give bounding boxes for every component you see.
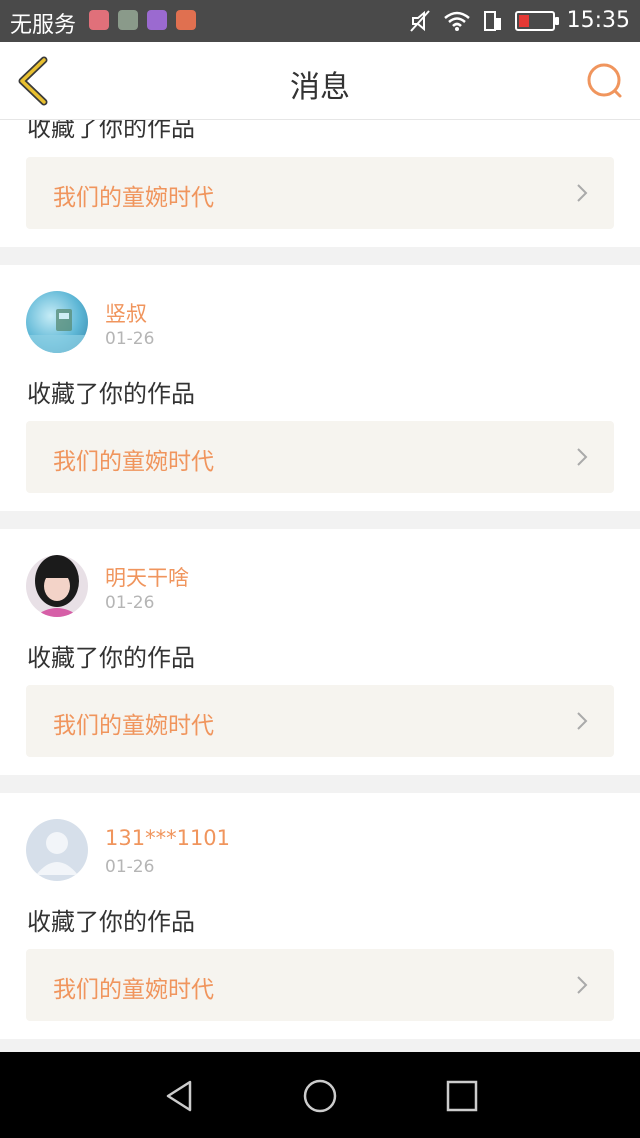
top-navigation-bar: 消息	[0, 42, 640, 120]
notification-card: 收藏了你的作品 我们的童婉时代	[0, 120, 640, 247]
work-title: 我们的童婉时代	[53, 449, 214, 475]
work-link[interactable]: 我们的童婉时代	[26, 685, 614, 757]
avatar[interactable]	[26, 291, 88, 353]
chevron-right-icon	[577, 712, 588, 730]
notification-card: 131***1101 01-26 收藏了你的作品 我们的童婉时代	[0, 793, 640, 1039]
action-text: 收藏了你的作品	[27, 644, 195, 672]
work-title: 我们的童婉时代	[53, 185, 214, 211]
app-notification-icon	[89, 10, 109, 30]
action-text: 收藏了你的作品	[27, 908, 195, 936]
action-text: 收藏了你的作品	[27, 380, 195, 408]
timestamp: 01-26	[105, 329, 155, 349]
battery-low-icon	[514, 10, 559, 31]
work-link[interactable]: 我们的童婉时代	[26, 157, 614, 229]
chevron-right-icon	[577, 448, 588, 466]
recents-square-icon[interactable]	[442, 1076, 482, 1116]
app-notification-icon	[147, 10, 167, 30]
back-triangle-icon[interactable]	[160, 1076, 200, 1116]
username[interactable]: 明天干啥	[105, 562, 189, 592]
status-bar: 无服务 15:35	[0, 0, 640, 42]
chevron-right-icon	[577, 976, 588, 994]
search-icon	[587, 63, 622, 98]
default-user-icon	[36, 832, 78, 875]
timestamp: 01-26	[105, 857, 155, 877]
timestamp: 01-26	[105, 593, 155, 613]
notification-card: 明天干啥 01-26 收藏了你的作品 我们的童婉时代	[0, 529, 640, 775]
page-title: 消息	[290, 70, 350, 105]
username[interactable]: 131***1101	[105, 826, 230, 850]
work-link[interactable]: 我们的童婉时代	[26, 421, 614, 493]
search-button[interactable]	[584, 60, 626, 102]
avatar[interactable]	[26, 555, 88, 617]
system-navigation-bar	[0, 1052, 640, 1138]
notification-icons	[89, 10, 196, 30]
notification-card: 竖叔 01-26 收藏了你的作品 我们的童婉时代	[0, 265, 640, 511]
mute-icon	[409, 9, 430, 32]
avatar-train-image	[26, 309, 88, 353]
status-indicators: 15:35	[409, 8, 630, 33]
username[interactable]: 竖叔	[105, 298, 147, 328]
app-notification-icon	[118, 10, 138, 30]
action-text: 收藏了你的作品	[27, 120, 195, 142]
work-title: 我们的童婉时代	[53, 977, 214, 1003]
clock: 15:35	[566, 8, 630, 33]
signal-icon	[483, 10, 501, 31]
message-list[interactable]: 收藏了你的作品 我们的童婉时代 竖叔 01-26 收藏了你的作品 我们的童婉时代	[0, 120, 640, 1052]
carrier-label: 无服务	[10, 13, 77, 38]
home-circle-icon[interactable]	[300, 1076, 340, 1116]
avatar[interactable]	[26, 819, 88, 881]
app-notification-icon	[176, 10, 196, 30]
work-link[interactable]: 我们的童婉时代	[26, 949, 614, 1021]
avatar-girl-image	[34, 555, 80, 617]
wifi-icon	[443, 11, 470, 31]
work-title: 我们的童婉时代	[53, 713, 214, 739]
chevron-right-icon	[577, 184, 588, 202]
